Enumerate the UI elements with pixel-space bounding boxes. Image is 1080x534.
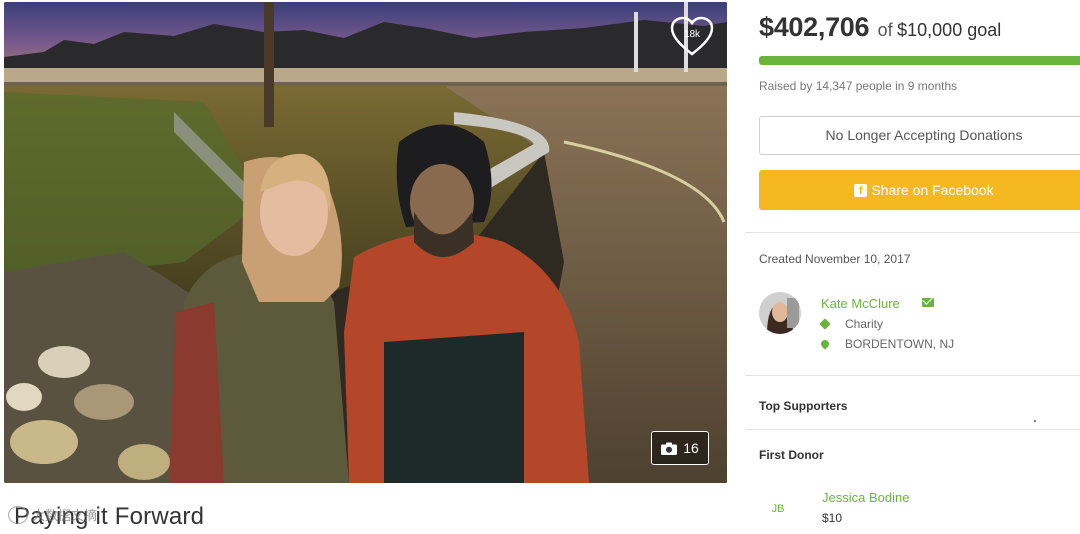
location-label: BORDENTOWN, NJ [845,337,955,351]
category-label: Charity [845,317,884,331]
organizer-avatar[interactable] [759,292,801,334]
like-button[interactable]: 18k [669,16,715,58]
donor-name[interactable]: Jessica Bodine [822,490,909,505]
tag-icon [819,318,831,330]
watermark: 大数据文摘 [8,505,97,524]
photo-gallery-button[interactable]: 16 [651,431,709,465]
donation-sidebar: $402,706 of $10,000 goal Raised by 14,34… [745,0,1080,534]
map-pin-icon [819,338,831,350]
raised-by-text: Raised by 14,347 people in 9 months [759,79,958,93]
created-date: Created November 10, 2017 [759,252,911,266]
organizer-location: BORDENTOWN, NJ [819,337,955,351]
watermark-logo-icon [8,505,28,524]
organizer-card: Kate McClure Charity BORDENTOWN, NJ [759,292,1079,356]
facebook-icon: f [854,183,868,197]
donor-avatar: JB [771,503,785,515]
divider [745,232,1080,233]
campaign-photo[interactable]: 18k 16 [4,2,727,483]
divider [745,429,1080,430]
top-supporters-heading: Top Supporters [759,399,848,413]
share-button-label: Share on Facebook [871,182,994,198]
donor-amount: $10 [822,511,843,525]
goal-amount: $10,000 goal [897,20,1002,40]
no-longer-accepting-button[interactable]: No Longer Accepting Donations [759,116,1080,155]
watermark-text: 大数据文摘 [32,508,98,523]
mail-icon[interactable] [922,298,934,307]
organizer-category: Charity [819,317,884,331]
divider [745,375,1080,376]
progress-fill [759,56,1080,65]
like-count: 18k [683,29,701,40]
decorative-dot [1034,420,1036,422]
amount-row: $402,706 of $10,000 goal [759,12,1001,43]
first-donor-heading: First Donor [759,448,824,462]
campaign-photo-scene [4,2,727,483]
progress-bar [759,56,1080,65]
amount-raised: $402,706 [759,12,870,42]
share-on-facebook-button[interactable]: f Share on Facebook [759,170,1080,210]
amount-of-label: of [877,20,893,40]
camera-icon [661,442,678,455]
organizer-name[interactable]: Kate McClure [821,296,900,311]
photo-count: 16 [683,440,699,456]
